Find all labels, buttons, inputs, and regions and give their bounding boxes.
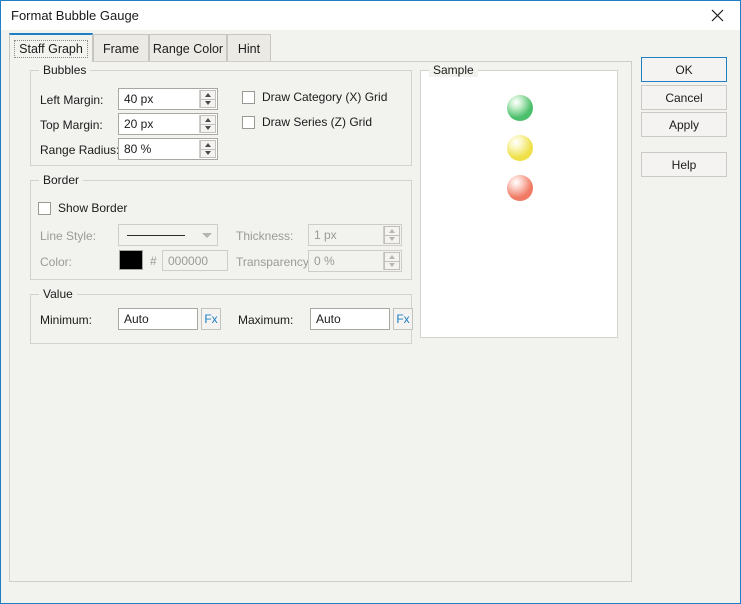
- draw-series-grid-label: Draw Series (Z) Grid: [262, 115, 373, 129]
- top-margin-label: Top Margin:: [40, 118, 103, 132]
- left-margin-label: Left Margin:: [40, 93, 104, 107]
- bubbles-group-title: Bubbles: [39, 63, 91, 77]
- maximum-value: Auto: [316, 312, 341, 326]
- sample-group-title: Sample: [429, 63, 478, 77]
- left-margin-spinner[interactable]: [199, 90, 216, 108]
- checkbox-icon: [38, 201, 51, 215]
- transparency-spin-down[interactable]: [384, 261, 400, 270]
- transparency-spin-up[interactable]: [384, 252, 400, 262]
- chevron-up-icon: [205, 142, 211, 147]
- red-bubble: [507, 175, 533, 201]
- range-radius-spin-up[interactable]: [200, 140, 216, 150]
- tab-frame-label: Frame: [102, 41, 140, 56]
- chevron-down-icon: [389, 237, 395, 242]
- transparency-spinner[interactable]: [383, 252, 400, 270]
- range-radius-label: Range Radius:: [40, 143, 120, 157]
- range-radius-spinner[interactable]: [199, 140, 216, 158]
- hash-symbol: #: [150, 254, 157, 268]
- draw-category-grid-label: Draw Category (X) Grid: [262, 90, 388, 104]
- thickness-spin-up[interactable]: [384, 226, 400, 236]
- apply-button[interactable]: Apply: [641, 112, 727, 137]
- value-group-title: Value: [39, 287, 77, 301]
- maximum-label: Maximum:: [238, 313, 294, 327]
- draw-series-grid-checkbox[interactable]: Draw Series (Z) Grid: [242, 115, 372, 129]
- transparency-label: Transparency:: [236, 255, 313, 269]
- transparency-value: 0 %: [314, 254, 335, 268]
- minimum-fx-label: Fx: [204, 312, 218, 326]
- checkbox-icon: [242, 90, 255, 104]
- left-margin-input[interactable]: 40 px: [118, 88, 218, 110]
- color-hex-value: 000000: [168, 253, 209, 268]
- top-margin-value: 20 px: [124, 117, 154, 131]
- line-style-label: Line Style:: [40, 229, 97, 243]
- close-button[interactable]: [694, 1, 740, 30]
- tab-frame[interactable]: Frame: [93, 34, 149, 62]
- minimum-label: Minimum:: [40, 313, 93, 327]
- chevron-down-icon: [205, 101, 211, 106]
- border-group-title: Border: [39, 173, 84, 187]
- color-swatch[interactable]: [119, 250, 143, 270]
- tab-staff-graph[interactable]: Staff Graph: [9, 33, 93, 62]
- tab-staff-graph-label: Staff Graph: [14, 40, 88, 58]
- tab-range-color-label: Range Color: [152, 41, 224, 56]
- tab-range-color[interactable]: Range Color: [149, 34, 227, 62]
- chevron-up-icon: [389, 228, 395, 233]
- ok-button[interactable]: OK: [641, 57, 727, 82]
- thickness-value: 1 px: [314, 228, 337, 242]
- color-label: Color:: [40, 255, 73, 269]
- title-bar: Format Bubble Gauge: [1, 1, 740, 30]
- thickness-spin-down[interactable]: [384, 235, 400, 244]
- dialog-window: Format Bubble Gauge Staff Graph Frame Ra…: [0, 0, 741, 604]
- sample-group: Sample: [420, 63, 618, 338]
- transparency-input[interactable]: 0 %: [308, 250, 402, 272]
- thickness-spinner[interactable]: [383, 226, 400, 244]
- cancel-button-label: Cancel: [665, 90, 703, 105]
- thickness-label: Thickness:: [236, 229, 294, 243]
- chevron-up-icon: [389, 254, 395, 259]
- range-radius-value: 80 %: [124, 142, 152, 156]
- tab-hint-label: Hint: [237, 41, 261, 56]
- tab-hint[interactable]: Hint: [227, 34, 271, 62]
- line-style-preview: [127, 234, 185, 236]
- top-margin-spin-up[interactable]: [200, 115, 216, 125]
- maximum-fx-button[interactable]: Fx: [393, 308, 413, 330]
- minimum-value: Auto: [124, 312, 149, 326]
- maximum-fx-label: Fx: [396, 312, 410, 326]
- chevron-down-icon: [202, 232, 212, 238]
- help-button[interactable]: Help: [641, 152, 727, 177]
- thickness-input[interactable]: 1 px: [308, 224, 402, 246]
- color-hex-input[interactable]: 000000: [162, 250, 228, 271]
- chevron-down-icon: [205, 126, 211, 131]
- chevron-down-icon: [389, 263, 395, 268]
- apply-button-label: Apply: [668, 117, 700, 132]
- show-border-label: Show Border: [58, 201, 128, 215]
- chevron-up-icon: [205, 92, 211, 97]
- line-style-arrow-wrap: [197, 232, 217, 238]
- draw-category-grid-checkbox[interactable]: Draw Category (X) Grid: [242, 90, 387, 104]
- left-margin-value: 40 px: [124, 92, 154, 106]
- maximum-input[interactable]: Auto: [310, 308, 390, 330]
- top-margin-spinner[interactable]: [199, 115, 216, 133]
- yellow-bubble: [507, 135, 533, 161]
- minimum-input[interactable]: Auto: [118, 308, 198, 330]
- range-radius-input[interactable]: 80 %: [118, 138, 218, 160]
- chevron-down-icon: [205, 151, 211, 156]
- tab-content-panel: Bubbles Left Margin: 40 px Top Margin: 2…: [9, 61, 632, 582]
- help-button-label: Help: [671, 157, 697, 172]
- checkbox-icon: [242, 115, 255, 129]
- range-radius-spin-down[interactable]: [200, 149, 216, 158]
- line-style-dropdown[interactable]: [118, 224, 218, 246]
- minimum-fx-button[interactable]: Fx: [201, 308, 221, 330]
- top-margin-input[interactable]: 20 px: [118, 113, 218, 135]
- left-margin-spin-up[interactable]: [200, 90, 216, 100]
- cancel-button[interactable]: Cancel: [641, 85, 727, 110]
- top-margin-spin-down[interactable]: [200, 124, 216, 133]
- chevron-up-icon: [205, 117, 211, 122]
- show-border-checkbox[interactable]: Show Border: [38, 201, 127, 215]
- left-margin-spin-down[interactable]: [200, 99, 216, 108]
- green-bubble: [507, 95, 533, 121]
- ok-button-label: OK: [675, 62, 693, 77]
- close-icon: [711, 9, 723, 22]
- dialog-title: Format Bubble Gauge: [11, 8, 139, 23]
